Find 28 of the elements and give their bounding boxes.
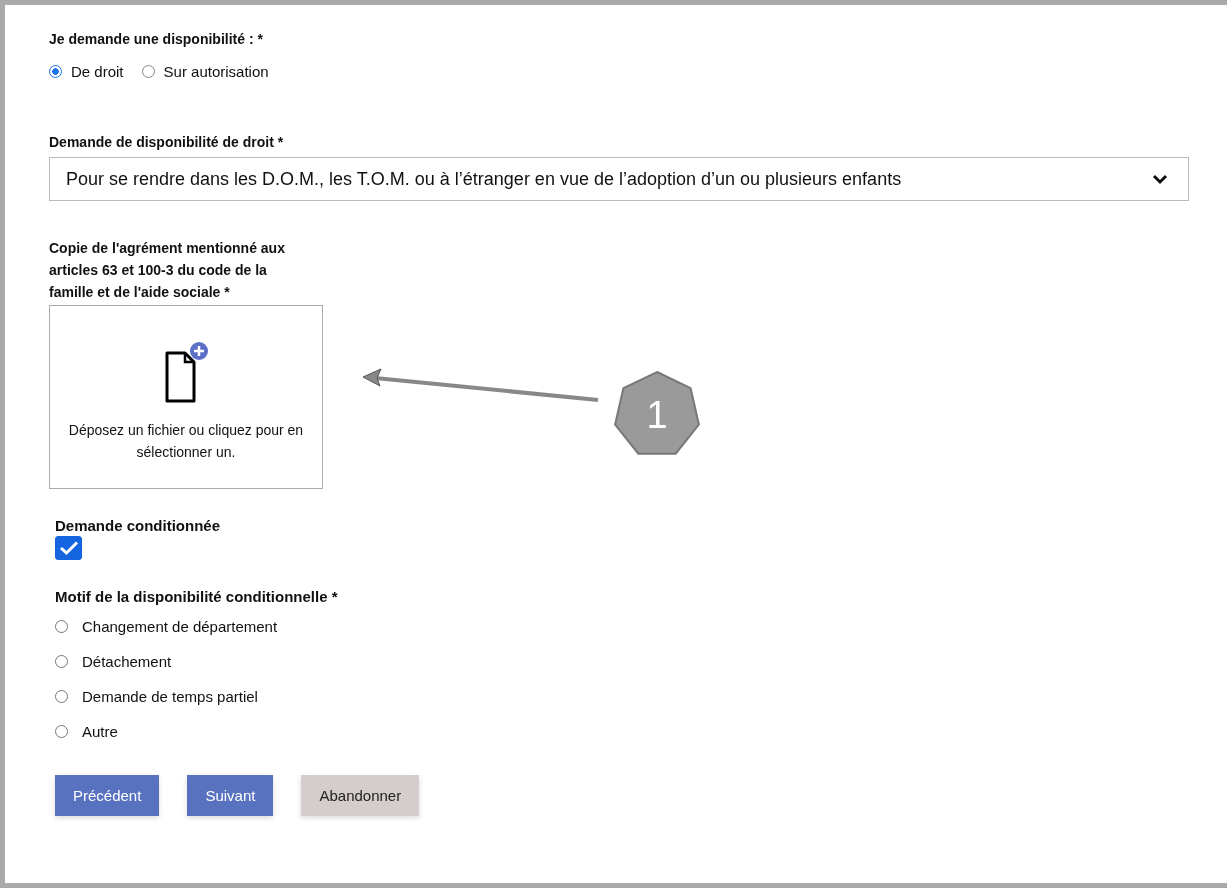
nav-button[interactable]: Précédent	[55, 775, 160, 816]
field-label: Copie de l'agrément mentionné aux articles 63 et 100-3 du code de la famille et de l'aide sociale *	[49, 239, 286, 302]
radio-option[interactable]: De droit	[49, 63, 124, 80]
radio-button[interactable]	[49, 65, 62, 78]
radio-option[interactable]: Autre	[55, 722, 1227, 741]
radio-option[interactable]: Détachement	[55, 652, 1227, 671]
chevron-down-icon	[1152, 173, 1168, 185]
radio-label: Demande de temps partiel	[82, 688, 258, 705]
radio-label: Autre	[82, 723, 118, 740]
field-label: Je demande une disponibilité : *	[49, 31, 264, 47]
radio-label: Sur autorisation	[163, 63, 269, 80]
dropdown-field[interactable]: Pour se rendre dans les D.O.M., les T.O.M. ou à l’étranger en vue de l’adoption d’un ou plusieurs enfants	[49, 157, 1189, 201]
radio-label: De droit	[71, 63, 124, 80]
field-label: Demande de disponibilité de droit *	[49, 134, 285, 150]
callout-badge: 1	[614, 370, 700, 455]
field-label: Demande conditionnée	[55, 517, 222, 534]
file-add-icon	[163, 341, 209, 405]
file-drop-zone[interactable]: Déposez un fichier ou cliquez pour en sélectionner un.	[49, 305, 323, 489]
checkbox[interactable]	[55, 536, 82, 560]
cancel-button[interactable]: Abandonner	[301, 775, 420, 816]
nav-button[interactable]: Suivant	[187, 775, 274, 816]
radio-option[interactable]: Sur autorisation	[141, 63, 269, 80]
drop-hint: Déposez un fichier ou cliquez pour en sélectionner un.	[67, 421, 305, 462]
radio-option[interactable]: Changement de département	[55, 617, 1227, 636]
radio-label: Détachement	[82, 653, 172, 670]
field-label: Motif de la disponibilité conditionnelle *	[55, 588, 339, 605]
radio-label: Changement de département	[82, 618, 278, 635]
radio-option[interactable]: Demande de temps partiel	[55, 687, 1227, 706]
